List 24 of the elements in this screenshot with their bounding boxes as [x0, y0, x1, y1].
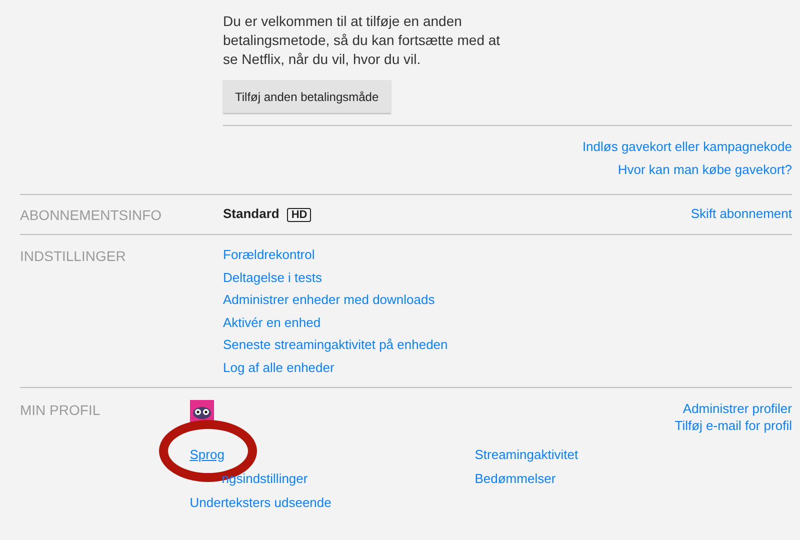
change-plan-link[interactable]: Skift abonnement — [690, 205, 792, 222]
profile-link[interactable]: Tilføj e-mail for profil — [674, 416, 792, 434]
section-label: INDSTILLINGER — [20, 247, 127, 266]
quality-badge: HD — [287, 208, 312, 222]
section-label: MIN PROFIL — [20, 400, 102, 420]
profile-link[interactable]: Bedømmelser — [474, 470, 675, 488]
plan-name: Standard — [223, 206, 280, 221]
settings-link[interactable]: Seneste streamingaktivitet på enheden — [223, 336, 448, 353]
profile-link[interactable]: Sprog — [190, 446, 224, 462]
settings-link[interactable]: Administrer enheder med downloads — [223, 291, 448, 308]
settings-link[interactable]: Deltagelse i tests — [223, 268, 448, 286]
profile-link[interactable]: ngsindstillinger — [222, 470, 308, 486]
add-payment-button[interactable]: Tilføj anden betalingsmåde — [223, 80, 391, 113]
gift-card-link[interactable]: Hvor kan man købe gavekort? — [618, 161, 792, 178]
gift-card-link[interactable]: Indløs gavekort eller kampagnekode — [582, 138, 792, 155]
profile-link[interactable]: Streamingaktivitet — [474, 446, 675, 464]
avatar-icon — [190, 400, 214, 424]
profile-link[interactable]: Underteksters udseende — [190, 494, 332, 510]
settings-link[interactable]: Forældrekontrol — [223, 246, 448, 263]
settings-link[interactable]: Log af alle enheder — [223, 358, 448, 376]
profile-link[interactable]: Administrer profiler — [682, 400, 792, 416]
section-label: ABONNEMENTSINFO — [20, 206, 163, 225]
settings-link[interactable]: Aktivér en enhed — [223, 314, 448, 330]
payment-message: Du er velkommen til at tilføje en anden betalingsmetode, så du kan fortsætte med at se Netflix, når du vil, hvor du vil. — [223, 12, 502, 69]
